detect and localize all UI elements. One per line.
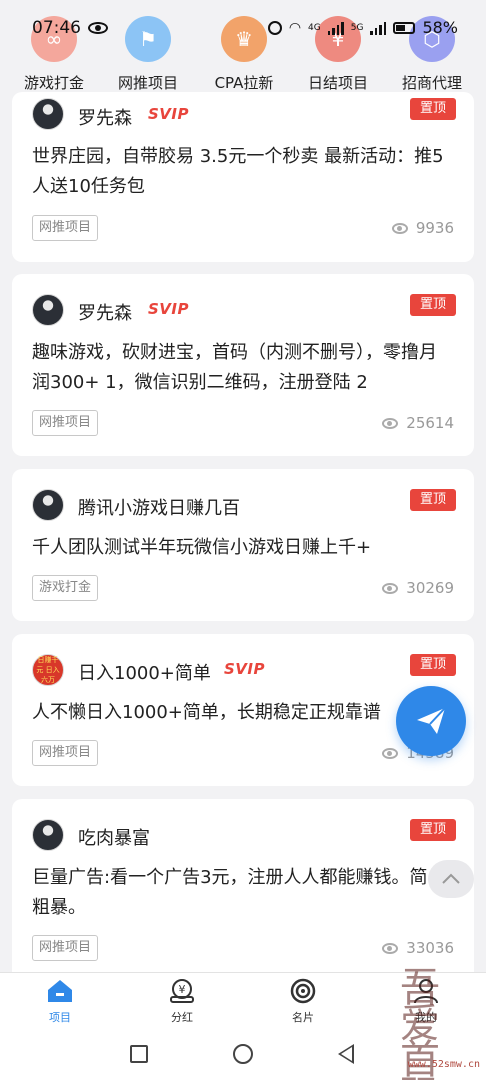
post-card[interactable]: 罗先森 SVIP 置顶 世界庄园，自带胶易 3.5元一个秒卖 最新活动：推5人送… <box>12 92 474 262</box>
user-icon <box>412 977 440 1005</box>
category-label: 日结项目 <box>307 74 368 92</box>
view-count: 9936 <box>391 219 454 237</box>
post-author[interactable]: 罗先森 <box>78 299 132 325</box>
signal-icon-a <box>327 21 344 35</box>
svip-badge: SVIP <box>148 105 189 123</box>
post-tag[interactable]: 网推项目 <box>32 740 99 766</box>
pinned-badge: 置顶 <box>410 654 456 676</box>
eye-icon <box>382 747 399 759</box>
back-nav-icon[interactable] <box>338 1044 354 1064</box>
home-nav-icon[interactable] <box>233 1044 253 1064</box>
avatar[interactable] <box>32 489 64 521</box>
network-5g-label: 5G <box>350 22 364 33</box>
svip-badge: SVIP <box>224 660 265 678</box>
paper-plane-icon <box>417 707 446 734</box>
tab-card[interactable]: 名片 <box>263 977 343 1025</box>
avatar[interactable] <box>32 819 64 851</box>
tab-label: 名片 <box>292 1011 314 1024</box>
post-author[interactable]: 吃肉暴富 <box>78 824 150 850</box>
back-to-top-button[interactable] <box>428 860 474 898</box>
post-tag[interactable]: 网推项目 <box>32 935 99 961</box>
post-author[interactable]: 罗先森 <box>78 104 132 130</box>
post-author[interactable]: 腾讯小游戏日赚几百 <box>78 494 240 520</box>
tab-label: 我的 <box>415 1011 437 1024</box>
pinned-badge: 置顶 <box>410 489 456 511</box>
post-tag[interactable]: 网推项目 <box>32 410 99 436</box>
avatar[interactable] <box>32 98 64 130</box>
category-label: 网推项目 <box>117 74 178 92</box>
view-count-value: 33036 <box>406 939 454 957</box>
pinned-badge: 置顶 <box>410 98 456 120</box>
alarm-icon <box>267 20 282 35</box>
post-tag[interactable]: 游戏打金 <box>32 575 99 601</box>
pinned-badge: 置顶 <box>410 819 456 841</box>
svg-text:¥: ¥ <box>179 983 186 996</box>
recent-apps-icon[interactable] <box>130 1045 148 1063</box>
eye-icon <box>382 417 399 429</box>
view-count-value: 25614 <box>406 414 454 432</box>
post-text[interactable]: 世界庄园，自带胶易 3.5元一个秒卖 最新活动：推5人送10任务包 <box>32 142 454 202</box>
tab-projects[interactable]: 项目 <box>20 977 100 1025</box>
view-count: 25614 <box>382 414 454 432</box>
view-count-value: 9936 <box>415 219 454 237</box>
category-label: 招商代理 <box>401 74 462 92</box>
battery-percent: 58% <box>422 18 458 37</box>
status-time: 07:46 <box>32 18 81 38</box>
view-count: 30269 <box>382 579 454 597</box>
eye-icon <box>391 222 408 234</box>
post-author[interactable]: 日入1000+简单 <box>78 659 211 685</box>
post-tag[interactable]: 网推项目 <box>32 215 99 241</box>
system-nav-bar <box>0 1028 486 1080</box>
svip-badge: SVIP <box>148 300 189 318</box>
post-card[interactable]: 罗先森 SVIP 置顶 趣味游戏，砍财进宝，首码（内测不删号），零撸月润300+… <box>12 274 474 456</box>
view-count: 33036 <box>382 939 454 957</box>
status-bar: 07:46 ◠ 4G 5G 58% <box>0 0 486 40</box>
tab-dividends[interactable]: ¥ 分红 <box>142 977 222 1025</box>
tab-mine[interactable]: 我的 <box>386 977 466 1025</box>
yen-wallet-icon: ¥ <box>168 977 196 1005</box>
target-icon <box>289 977 317 1005</box>
post-text[interactable]: 趣味游戏，砍财进宝，首码（内测不删号），零撸月润300+ 1，微信识别二维码，注… <box>32 338 454 398</box>
home-icon <box>46 977 74 1005</box>
avatar[interactable]: 日赚千元 日入六万 <box>32 654 64 686</box>
battery-icon <box>393 21 416 34</box>
eye-icon <box>382 582 399 594</box>
wifi-icon: ◠ <box>288 19 302 36</box>
post-text[interactable]: 人不懒日入1000+简单，长期稳定正规靠谱 <box>32 698 454 728</box>
post-text[interactable]: 千人团队测试半年玩微信小游戏日赚上千+ <box>32 533 454 563</box>
post-text[interactable]: 巨量广告:看一个广告3元，注册人人都能赚钱。简单粗暴。 <box>32 863 454 923</box>
eye-comfort-icon <box>88 22 108 34</box>
post-card[interactable]: 腾讯小游戏日赚几百 置顶 千人团队测试半年玩微信小游戏日赚上千+ 游戏打金 30… <box>12 469 474 621</box>
chevron-up-icon <box>442 873 460 884</box>
view-count-value: 30269 <box>406 579 454 597</box>
category-label: 游戏打金 <box>23 74 84 92</box>
post-card[interactable]: 吃肉暴富 置顶 巨量广告:看一个广告3元，注册人人都能赚钱。简单粗暴。 网推项目… <box>12 799 474 999</box>
status-icons: ◠ 4G 5G 58% <box>267 18 458 37</box>
publish-button[interactable] <box>396 686 466 756</box>
category-label: CPA拉新 <box>214 74 274 92</box>
tab-label: 分红 <box>171 1011 193 1024</box>
eye-icon <box>382 942 399 954</box>
bottom-tab-bar: 项目 ¥ 分红 名片 我的 <box>0 972 486 1028</box>
network-4g-label: 4G <box>308 22 321 33</box>
signal-icon-b <box>370 21 387 35</box>
avatar[interactable] <box>32 294 64 326</box>
tab-label: 项目 <box>49 1011 71 1024</box>
pinned-badge: 置顶 <box>410 294 456 316</box>
